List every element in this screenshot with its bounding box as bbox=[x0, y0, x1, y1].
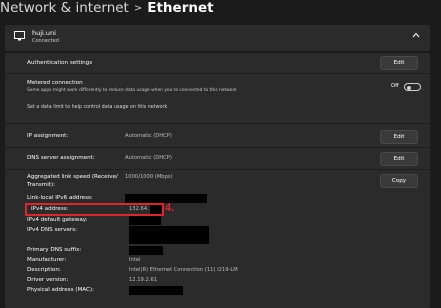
divider bbox=[5, 169, 430, 170]
metered-connection-description: Some apps might work differently to redu… bbox=[27, 88, 237, 93]
network-status: Connected bbox=[32, 38, 59, 44]
auth-edit-button[interactable]: Edit bbox=[380, 56, 418, 70]
divider bbox=[5, 147, 430, 148]
breadcrumb-network-internet[interactable]: Network & internet bbox=[0, 0, 129, 16]
mac-address-label: Physical address (MAC): bbox=[27, 287, 94, 293]
page-header: Network & internet > Ethernet bbox=[0, 0, 441, 18]
ip-assignment-edit-button[interactable]: Edit bbox=[380, 130, 418, 144]
ipv4-dns-label: IPv4 DNS servers: bbox=[27, 227, 77, 233]
dns-assignment-edit-button[interactable]: Edit bbox=[380, 152, 418, 166]
dns-assignment-label: DNS server assignment: bbox=[27, 155, 95, 161]
annotation-number: 4. bbox=[165, 202, 175, 214]
auth-settings-label: Authentication settings bbox=[27, 60, 93, 66]
redacted-mac-value bbox=[129, 286, 183, 295]
manufacturer-value: Intel bbox=[129, 257, 141, 263]
ipv6-address-label: Link-local IPv6 address: bbox=[27, 195, 93, 201]
page-title: Ethernet bbox=[147, 0, 214, 16]
redacted-gateway-value bbox=[129, 216, 161, 225]
copy-button[interactable]: Copy bbox=[380, 174, 418, 188]
divider bbox=[5, 73, 430, 74]
ip-assignment-label: IP assignment: bbox=[27, 133, 69, 139]
dns-assignment-value: Automatic (DHCP) bbox=[125, 155, 172, 161]
link-speed-value: 1000/1000 (Mbps) bbox=[125, 174, 173, 180]
chevron-up-icon[interactable] bbox=[412, 32, 420, 38]
driver-version-label: Driver version: bbox=[27, 277, 69, 283]
redacted-dns-suffix-value bbox=[129, 246, 163, 255]
driver-version-value: 12.19.2.61 bbox=[129, 277, 158, 283]
divider bbox=[5, 123, 430, 124]
link-speed-label: Aggregated link speed (Receive/ Transmit… bbox=[27, 174, 118, 188]
metered-connection-label: Metered connection bbox=[27, 80, 83, 86]
description-label: Description: bbox=[27, 267, 61, 273]
description-value: Intel(R) Ethernet Connection (11) I219-L… bbox=[129, 267, 238, 273]
ipv4-gateway-label: IPv4 default gateway: bbox=[27, 217, 88, 223]
network-name: huji.uni bbox=[32, 29, 56, 37]
ip-assignment-value: Automatic (DHCP) bbox=[125, 133, 172, 139]
dns-suffix-label: Primary DNS suffix: bbox=[27, 247, 82, 253]
properties-card: Authentication settings Edit Metered con… bbox=[5, 53, 430, 308]
toggle-knob bbox=[407, 85, 411, 90]
redacted-dns-value bbox=[129, 226, 209, 244]
data-limit-link[interactable]: Set a data limit to help control data us… bbox=[27, 105, 167, 110]
network-card[interactable]: huji.uni Connected bbox=[5, 25, 430, 51]
ethernet-icon bbox=[14, 31, 25, 41]
highlight-box bbox=[25, 203, 164, 216]
breadcrumb-separator: > bbox=[133, 3, 143, 14]
metered-toggle-state: Off bbox=[391, 83, 399, 89]
manufacturer-label: Manufacturer: bbox=[27, 257, 67, 263]
metered-toggle[interactable] bbox=[404, 83, 421, 91]
